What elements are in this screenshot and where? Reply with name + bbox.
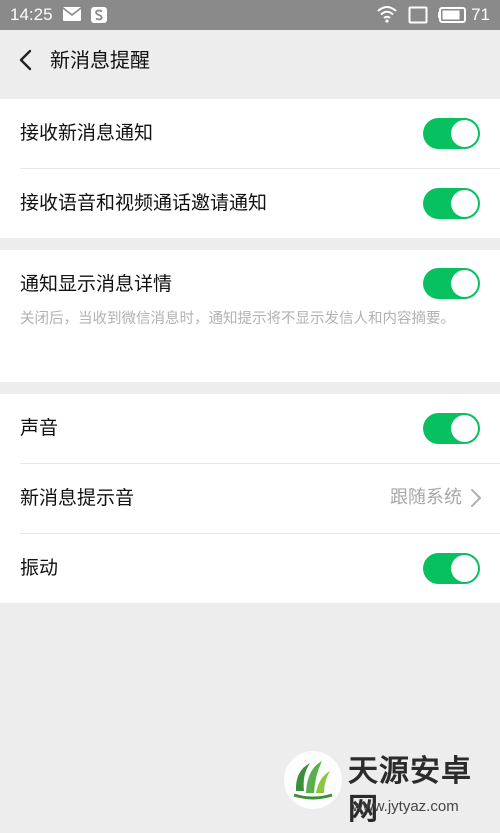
detail-section: 通知显示消息详情 关闭后，当收到微信消息时，通知提示将不显示发信人和内容摘要。 [0,250,500,382]
watermark-text: 天源安卓网 [348,754,472,827]
toggle-knob [451,120,478,147]
row-label: 声音 [20,417,59,439]
page-header: 新消息提醒 [0,30,500,90]
battery-icon [438,7,468,27]
back-button[interactable] [12,44,42,76]
settings-row-show-details[interactable]: 通知显示消息详情 关闭后，当收到微信消息时，通知提示将不显示发信人和内容摘要。 [0,250,500,382]
sound-section: 声音 新消息提示音 跟随系统 振动 [0,394,500,603]
watermark: 天源安卓网 www.jytyaz.com [282,747,492,827]
row-label: 振动 [20,557,59,579]
settings-row-receive-new-message[interactable]: 接收新消息通知 [0,99,500,169]
toggle-knob [451,415,478,442]
row-label: 接收新消息通知 [20,122,154,144]
row-label: 通知显示消息详情 [20,273,173,295]
settings-row-sound[interactable]: 声音 [0,394,500,464]
chevron-left-icon [19,49,32,71]
status-time: 14:25 [10,5,53,24]
screen-icon [408,6,428,28]
settings-row-ringtone[interactable]: 新消息提示音 跟随系统 [0,464,500,534]
settings-row-call-invite[interactable]: 接收语音和视频通话邀请通知 [0,169,500,239]
row-label: 新消息提示音 [20,487,135,509]
watermark-logo-icon [284,751,342,809]
vibrate-toggle[interactable] [423,553,480,584]
show-details-toggle[interactable] [423,268,480,299]
wifi-icon [376,5,398,27]
receive-new-message-toggle[interactable] [423,118,480,149]
mail-icon [62,6,82,26]
ringtone-value: 跟随系统 [390,487,462,508]
toggle-knob [451,555,478,582]
notification-section: 接收新消息通知 接收语音和视频通话邀请通知 [0,99,500,238]
battery-level: 71 [471,5,490,24]
toggle-knob [451,190,478,217]
page-title: 新消息提醒 [50,48,150,72]
call-invite-toggle[interactable] [423,188,480,219]
watermark-url: www.jytyaz.com [352,798,459,815]
show-details-description: 关闭后，当收到微信消息时，通知提示将不显示发信人和内容摘要。 [20,311,455,327]
settings-row-vibrate[interactable]: 振动 [0,534,500,604]
chevron-right-icon [471,489,481,507]
row-label: 接收语音和视频通话邀请通知 [20,192,268,214]
toggle-knob [451,270,478,297]
sound-toggle[interactable] [423,413,480,444]
s-app-icon [90,6,108,28]
status-bar: 14:25 71 [0,0,500,30]
